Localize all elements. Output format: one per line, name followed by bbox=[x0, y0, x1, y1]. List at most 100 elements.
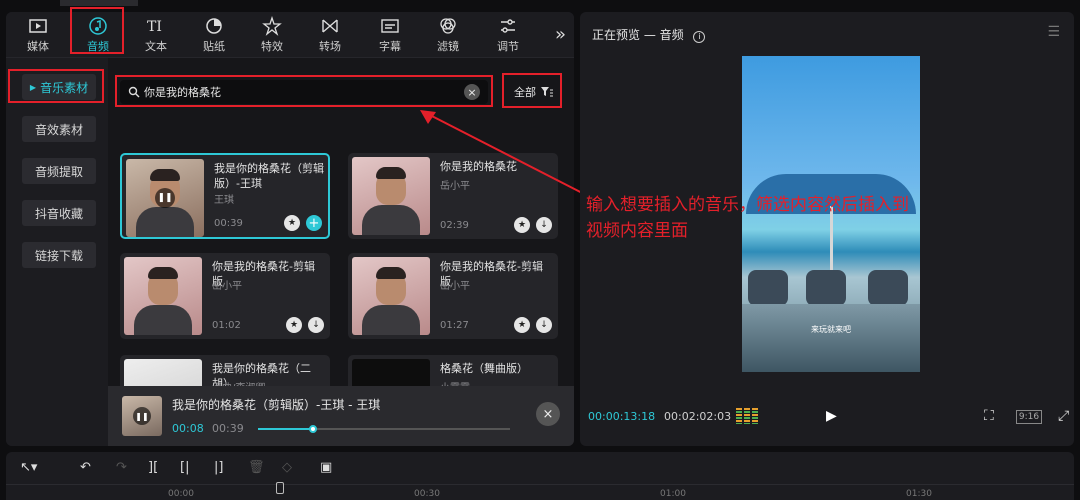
pause-icon[interactable]: ❚❚ bbox=[155, 188, 175, 208]
favorite-star-icon[interactable]: ★ bbox=[284, 215, 300, 231]
preview-current-time: 00:00:13:18 bbox=[588, 410, 656, 423]
sticker-icon bbox=[206, 18, 222, 34]
now-playing-current-time: 00:08 bbox=[172, 422, 204, 435]
preview-header: 正在预览 — 音频 i bbox=[592, 26, 706, 43]
sidebar-item-sound-effects[interactable]: 音效素材 bbox=[22, 116, 96, 142]
select-cursor-icon[interactable]: ↖▾ bbox=[20, 460, 37, 475]
favorite-star-icon[interactable]: ★ bbox=[514, 317, 530, 333]
track-artist: 岳小平 bbox=[212, 281, 242, 292]
split-right-icon[interactable]: |] bbox=[214, 460, 223, 475]
track-artist: 岳小平 bbox=[440, 281, 470, 292]
toolbar-item-caption[interactable]: 字幕 bbox=[364, 14, 416, 56]
favorite-star-icon[interactable]: ★ bbox=[514, 217, 530, 233]
sidebar-item-link-download[interactable]: 链接下载 bbox=[22, 242, 96, 268]
track-duration: 01:27 bbox=[440, 320, 469, 331]
album-cover: ❚❚ bbox=[126, 159, 204, 237]
sidebar-item-audio-extract[interactable]: 音频提取 bbox=[22, 158, 96, 184]
ruler-tick: 01:30 bbox=[906, 489, 932, 499]
annotation-text: 输入想要插入的音乐，筛选内容然后插入到视频内容里面 bbox=[586, 195, 909, 241]
toolbar-item-text[interactable]: TI 文本 bbox=[130, 14, 182, 56]
toolbar-label: 特效 bbox=[261, 40, 283, 53]
annotation-arrow-icon bbox=[420, 110, 593, 199]
track-duration: 02:39 bbox=[440, 220, 469, 231]
track-artist: 王琪 bbox=[214, 195, 234, 206]
ruler-tick: 00:30 bbox=[414, 489, 440, 499]
info-icon[interactable]: i bbox=[693, 31, 706, 43]
highlight-search bbox=[115, 75, 493, 107]
music-card[interactable]: ❚❚ 我是你的格桑花（剪辑版）-王琪 王琪 00:39 ★ + bbox=[120, 153, 330, 239]
toolbar-item-sticker[interactable]: 贴纸 bbox=[188, 14, 240, 56]
now-playing-title: 我是你的格桑花（剪辑版）-王琪 - 王琪 bbox=[172, 398, 381, 412]
preview-total-time: 00:02:02:03 bbox=[664, 410, 732, 423]
album-cover bbox=[352, 257, 430, 335]
undo-icon[interactable]: ↶ bbox=[80, 460, 91, 475]
add-to-timeline-button[interactable]: + bbox=[306, 215, 322, 231]
audio-level-icon bbox=[736, 408, 760, 424]
fullscreen-icon[interactable]: ⤢ bbox=[1058, 408, 1069, 424]
track-title: 格桑花（舞曲版） bbox=[440, 362, 528, 375]
redo-icon[interactable]: ↷ bbox=[116, 460, 127, 475]
highlight-filter bbox=[502, 73, 562, 108]
media-icon bbox=[29, 19, 47, 33]
download-icon[interactable]: ↓ bbox=[536, 217, 552, 233]
toolbar-label: 媒体 bbox=[27, 40, 49, 53]
toolbar-item-adjust[interactable]: 调节 bbox=[482, 14, 534, 56]
more-categories-button[interactable]: » bbox=[555, 24, 566, 45]
music-card[interactable]: 你是我的格桑花-剪辑版 岳小平 01:02 ★ ↓ bbox=[120, 253, 330, 339]
toolbar-label: 字幕 bbox=[379, 40, 401, 53]
window-tab[interactable] bbox=[60, 0, 138, 6]
screen-record-icon[interactable]: ▣ bbox=[320, 460, 332, 475]
track-duration: 00:39 bbox=[214, 218, 243, 229]
filter-icon bbox=[440, 18, 456, 34]
window-top-strip bbox=[0, 0, 1080, 6]
adjust-icon bbox=[501, 19, 515, 33]
app-window: { "toolbar": { "items": [ {"label": "媒体"… bbox=[0, 0, 1080, 500]
music-card[interactable]: 你是我的格桑花-剪辑版 岳小平 01:27 ★ ↓ bbox=[348, 253, 558, 339]
album-cover bbox=[124, 257, 202, 335]
shield-icon[interactable]: ◇ bbox=[282, 460, 292, 475]
playback-progress-handle[interactable] bbox=[309, 425, 318, 433]
split-icon[interactable]: ][ bbox=[148, 460, 158, 475]
highlight-audio-tab bbox=[70, 7, 124, 54]
now-playing-bar: ❚❚ 我是你的格桑花（剪辑版）-王琪 - 王琪 00:08 00:39 × bbox=[108, 386, 574, 446]
sidebar-item-douyin-favorites[interactable]: 抖音收藏 bbox=[22, 200, 96, 226]
effects-icon bbox=[262, 16, 282, 36]
playback-progress-track[interactable] bbox=[258, 425, 510, 433]
ruler-tick: 00:00 bbox=[168, 489, 194, 499]
timeline-ruler[interactable]: 00:00 00:30 01:00 01:30 bbox=[6, 484, 1074, 500]
toolbar-item-transition[interactable]: 转场 bbox=[304, 14, 356, 56]
track-duration: 01:02 bbox=[212, 320, 241, 331]
now-playing-cover: ❚❚ bbox=[122, 396, 162, 436]
toolbar-label: 文本 bbox=[145, 40, 167, 53]
timeline-playhead[interactable] bbox=[276, 482, 284, 494]
preview-title: 正在预览 — 音频 bbox=[592, 28, 684, 42]
toolbar-item-filter[interactable]: 滤镜 bbox=[422, 14, 474, 56]
video-subtitle: 来玩就来吧 bbox=[811, 325, 851, 334]
favorite-star-icon[interactable]: ★ bbox=[286, 317, 302, 333]
split-left-icon[interactable]: [| bbox=[180, 460, 189, 475]
now-playing-total-time: 00:39 bbox=[212, 422, 244, 435]
playback-progress-fill bbox=[258, 428, 314, 430]
pause-icon[interactable]: ❚❚ bbox=[133, 407, 151, 425]
highlight-music-sidebar bbox=[8, 69, 104, 103]
chair-shape bbox=[868, 270, 908, 306]
chair-shape bbox=[748, 270, 788, 306]
sidebar-item-label: 链接下载 bbox=[34, 248, 83, 263]
sidebar-item-label: 音频提取 bbox=[34, 164, 83, 179]
timeline-panel: ↖▾ ↶ ↷ ][ [| |] 🗑 ◇ ▣ 00:00 00:30 01:00 … bbox=[6, 452, 1074, 500]
fit-view-icon[interactable]: ⛶ bbox=[984, 408, 994, 424]
menu-icon[interactable]: ☰ bbox=[1047, 24, 1060, 40]
transition-icon bbox=[322, 19, 338, 33]
play-button[interactable]: ▶ bbox=[826, 408, 837, 424]
toolbar-label: 贴纸 bbox=[203, 40, 225, 53]
toolbar-item-media[interactable]: 媒体 bbox=[12, 14, 64, 56]
download-icon[interactable]: ↓ bbox=[308, 317, 324, 333]
svg-text:TI: TI bbox=[147, 19, 162, 35]
ground-shape bbox=[742, 304, 920, 372]
aspect-ratio-button[interactable]: 9:16 bbox=[1016, 410, 1042, 424]
audio-sidebar: ▶ 音乐素材 音效素材 音频提取 抖音收藏 链接下载 bbox=[6, 58, 108, 446]
toolbar-item-effects[interactable]: 特效 bbox=[246, 14, 298, 56]
delete-icon[interactable]: 🗑 bbox=[248, 460, 265, 475]
download-icon[interactable]: ↓ bbox=[536, 317, 552, 333]
close-player-button[interactable]: × bbox=[536, 402, 560, 426]
